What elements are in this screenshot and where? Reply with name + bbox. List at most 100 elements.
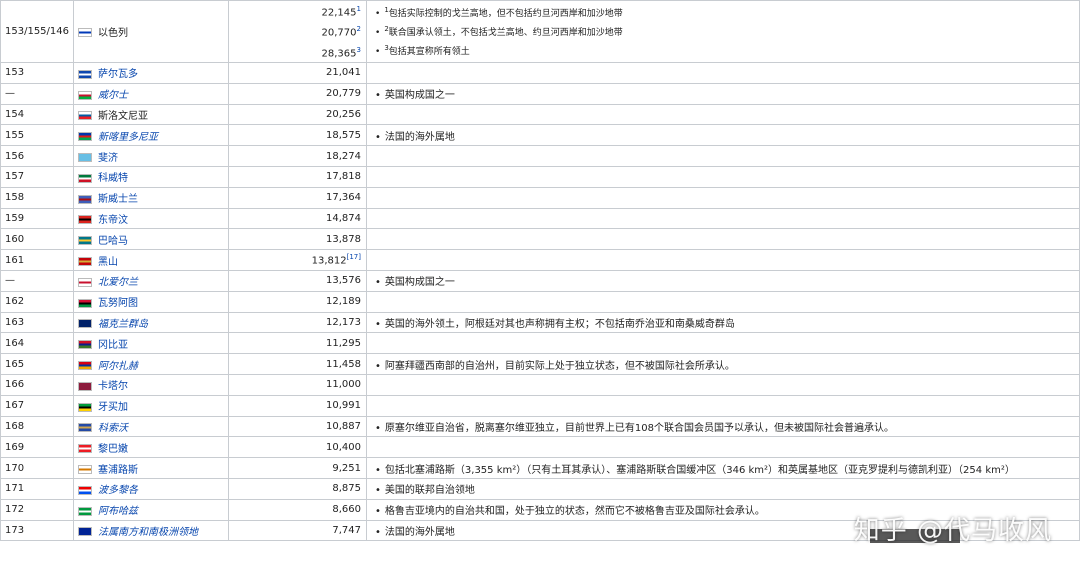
country-cell: 冈比亚: [73, 332, 229, 355]
flag-icon: [78, 423, 92, 433]
note-text: 阿塞拜疆西南部的自治州，目前实际上处于独立状态，但不被国际社会所承认。: [384, 360, 735, 372]
table-row: 169 黎巴嫩 10,400: [0, 436, 1080, 459]
note-text: 美国的联邦自治领地: [384, 485, 475, 497]
country-cell: 黑山: [73, 249, 229, 271]
note-text: 英国的海外领土，阿根廷对其也声称拥有主权；不包括南乔治亚和南桑威奇群岛: [384, 318, 735, 330]
bullet: •: [375, 464, 381, 476]
note-cell: [366, 165, 1080, 188]
bullet: •: [375, 8, 381, 19]
country-name[interactable]: 斐济: [98, 153, 118, 164]
area-value: 12,173: [326, 316, 361, 328]
area-cell: 11,000: [228, 373, 367, 396]
table-row: 163 福克兰群岛 12,173 • 英国的海外领土，阿根廷对其也声称拥有主权；不包括南…: [0, 311, 1080, 334]
area-value: 10,991: [326, 400, 361, 412]
area-value: 20,770: [321, 27, 357, 39]
note-text: 包括实际控制的戈兰高地，但不包括约旦河西岸和加沙地带: [388, 8, 623, 19]
flag-icon: [78, 236, 92, 246]
note-cell: [366, 61, 1080, 84]
country-cell: 以色列: [73, 0, 229, 63]
area-cell: 10,400: [228, 436, 367, 459]
country-name[interactable]: 塞浦路斯: [98, 465, 138, 476]
table-row: 167 牙买加 10,991: [0, 394, 1080, 417]
bullet: •: [375, 90, 381, 102]
country-name[interactable]: 科索沃: [98, 423, 128, 434]
note-cell: [366, 186, 1080, 209]
country-cell: 威尔士: [73, 82, 229, 105]
area-cell: 18,575: [228, 124, 367, 147]
area-cell: 7,747: [228, 519, 367, 542]
country-name[interactable]: 科威特: [98, 173, 128, 184]
area-cell: 8,875: [228, 477, 367, 500]
country-name[interactable]: 新喀里多尼亚: [98, 132, 158, 143]
area-value: 10,400: [326, 441, 361, 453]
flag-icon: [78, 361, 92, 371]
country-name: 斯洛文尼亚: [98, 110, 148, 122]
country-name[interactable]: 波多黎各: [98, 485, 138, 496]
area-value: 12,189: [326, 296, 361, 308]
table-row: 153/155/146 以色列 22,1451 20,7702 28,3653 • 1 包括实…: [0, 0, 1080, 63]
area-footnote[interactable]: 1: [357, 5, 361, 13]
area-cell: 20,256: [228, 103, 367, 126]
country-name[interactable]: 黑山: [98, 257, 118, 268]
note-text: 联合国承认领土，不包括戈兰高地、约旦河西岸和加沙地带: [388, 27, 623, 38]
country-name[interactable]: 斯威士兰: [98, 194, 138, 205]
country-cell: 波多黎各: [73, 477, 229, 500]
area-footnote[interactable]: 2: [357, 25, 361, 33]
note-cell: [366, 207, 1080, 230]
area-cell: 9,251: [228, 457, 367, 479]
note-text: 法国的海外属地: [384, 526, 455, 538]
citation-link[interactable]: [17]: [347, 253, 361, 261]
country-cell: 福克兰群岛: [73, 311, 229, 334]
country-name[interactable]: 福克兰群岛: [98, 319, 148, 330]
bullet: •: [375, 422, 381, 434]
area-cell: 8,660: [228, 498, 367, 521]
country-name[interactable]: 瓦努阿图: [98, 298, 138, 309]
area-value: 11,000: [326, 379, 361, 391]
area-value: 14,874: [326, 212, 361, 224]
country-cell: 斐济: [73, 145, 229, 167]
country-cell: 斯威士兰: [73, 186, 229, 209]
rank-cell: 158: [0, 186, 74, 209]
table-row: — 威尔士 20,779 • 英国构成国之一: [0, 82, 1080, 105]
area-cell: 14,874: [228, 207, 367, 230]
rank-cell: 166: [0, 373, 74, 396]
country-name[interactable]: 萨尔瓦多: [98, 69, 138, 80]
flag-icon: [78, 298, 92, 308]
country-name[interactable]: 黎巴嫩: [98, 444, 128, 455]
note-cell: • 英国构成国之一: [366, 82, 1080, 105]
country-name[interactable]: 威尔士: [98, 90, 128, 101]
flag-icon: [78, 153, 92, 163]
country-name[interactable]: 卡塔尔: [98, 381, 128, 392]
area-cell: 10,991: [228, 394, 367, 417]
country-name: 以色列: [98, 27, 128, 39]
country-name[interactable]: 阿尔扎赫: [98, 361, 138, 372]
rank-cell: 161: [0, 249, 74, 271]
country-name[interactable]: 巴哈马: [98, 236, 128, 247]
flag-icon: [78, 215, 92, 225]
note-cell: [366, 436, 1080, 459]
area-value: 13,812: [311, 255, 347, 267]
table-row: 160 巴哈马 13,878: [0, 228, 1080, 251]
rank-cell: 165: [0, 353, 74, 375]
flag-icon: [78, 340, 92, 350]
flag-icon: [78, 69, 92, 79]
table-row: 161 黑山 13,812[17]: [0, 249, 1080, 271]
note-cell: [366, 228, 1080, 251]
area-value: 28,365: [321, 47, 357, 59]
table-row: 170 塞浦路斯 9,251 • 包括北塞浦路斯（3,355 km²）（只有土耳其承认）…: [0, 457, 1080, 479]
country-name[interactable]: 法属南方和南极洲领地: [98, 527, 198, 538]
note-text: 英国构成国之一: [384, 90, 455, 102]
flag-icon: [78, 111, 92, 121]
country-name[interactable]: 阿布哈兹: [98, 506, 138, 517]
country-name[interactable]: 牙买加: [98, 402, 128, 413]
country-cell: 斯洛文尼亚: [73, 103, 229, 126]
rank-cell: 170: [0, 457, 74, 479]
country-name[interactable]: 东帝汶: [98, 215, 128, 226]
country-name[interactable]: 北爱尔兰: [98, 277, 138, 288]
area-cell: 22,1451 20,7702 28,3653: [228, 0, 367, 63]
area-footnote[interactable]: 3: [357, 46, 361, 54]
note-cell: [366, 373, 1080, 396]
country-name[interactable]: 冈比亚: [98, 340, 128, 351]
flag-icon: [78, 28, 92, 38]
country-cell: 法属南方和南极洲领地: [73, 519, 229, 542]
